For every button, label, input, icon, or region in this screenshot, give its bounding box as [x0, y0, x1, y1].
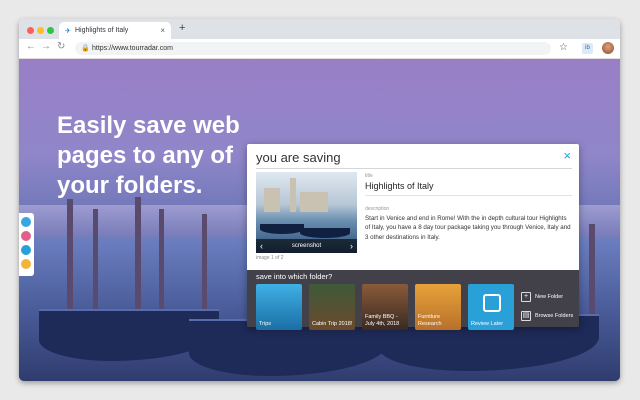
mooring-pole	[67, 199, 73, 319]
folder-label: Trips	[259, 320, 272, 327]
folder-furniture-research[interactable]: Furniture Research	[415, 284, 461, 330]
extension-side-dock	[19, 213, 34, 276]
close-panel-icon[interactable]: ×	[563, 148, 571, 163]
back-icon[interactable]: ←	[26, 41, 36, 52]
profile-avatar[interactable]	[602, 42, 614, 54]
mooring-pole	[93, 209, 98, 319]
review-later-icon	[483, 294, 501, 312]
thumb-gondola	[300, 228, 350, 238]
thumbnail-controls: ‹ screenshot ›	[256, 239, 357, 253]
url-text: https://www.tourradar.com	[92, 45, 173, 52]
tab-bar: ✈ Highlights of Italy × +	[19, 19, 620, 39]
address-bar[interactable]: 🔒 https://www.tourradar.com	[75, 42, 551, 55]
folder-label: Review Later	[471, 320, 504, 327]
extension-icon[interactable]: ib	[582, 43, 593, 54]
new-folder-button[interactable]: + New Folder	[521, 292, 563, 302]
dock-apps-icon[interactable]	[21, 217, 31, 227]
description-field[interactable]: Start in Venice and end in Rome! With th…	[365, 214, 572, 242]
field-divider	[365, 195, 572, 196]
description-label: description	[365, 206, 390, 212]
folders-icon: ▤	[521, 311, 531, 321]
folder-label: Cabin Trip 2018!	[312, 320, 353, 327]
thumb-building	[300, 192, 328, 212]
save-panel: you are saving × ‹ screenshot › image 1 …	[247, 144, 579, 330]
dock-share-icon[interactable]	[21, 231, 31, 241]
browse-folders-label: Browse Folders	[535, 313, 574, 319]
minimize-window-button[interactable]	[37, 27, 44, 34]
folder-family-bbq[interactable]: Family BBQ - July 4th, 2018	[362, 284, 408, 330]
title-label: title	[365, 173, 373, 179]
bookmark-star-icon[interactable]: ☆	[559, 42, 568, 53]
thumbnail-label: screenshot	[291, 243, 322, 249]
forward-icon[interactable]: →	[41, 41, 51, 52]
folder-label: Family BBQ - July 4th, 2018	[365, 314, 400, 327]
maximize-window-button[interactable]	[47, 27, 54, 34]
folder-label: Furniture Research	[418, 314, 442, 327]
image-counter: image 1 of 2	[256, 255, 284, 261]
folder-review-later[interactable]: Review Later	[468, 284, 514, 330]
folder-cabin-trip[interactable]: Cabin Trip 2018!	[309, 284, 355, 330]
new-tab-button[interactable]: +	[179, 22, 185, 34]
thumb-gondola	[260, 224, 304, 234]
mooring-pole	[135, 197, 141, 327]
browse-folders-button[interactable]: ▤ Browse Folders	[521, 311, 573, 321]
next-image-icon[interactable]: ›	[350, 241, 353, 251]
mooring-pole	[202, 214, 207, 324]
reload-icon[interactable]: ↻	[57, 41, 65, 52]
close-window-button[interactable]	[27, 27, 34, 34]
lock-icon: 🔒	[81, 45, 90, 52]
hero-headline: Easily save web pages to any of your fol…	[57, 112, 240, 199]
browser-tab[interactable]: ✈ Highlights of Italy ×	[59, 22, 171, 39]
page-content: Easily save web pages to any of your fol…	[19, 59, 620, 381]
panel-divider	[256, 168, 572, 169]
folder-trips[interactable]: Trips	[256, 284, 302, 330]
save-prompt: save into which folder?	[256, 272, 333, 281]
dock-add-icon[interactable]	[21, 245, 31, 255]
folder-picker: save into which folder? Trips Cabin Trip…	[247, 270, 579, 330]
dock-palette-icon[interactable]	[21, 259, 31, 269]
tab-close-icon[interactable]: ×	[160, 26, 165, 35]
thumb-campanile	[290, 178, 296, 212]
title-field[interactable]: Highlights of Italy	[365, 181, 434, 191]
browser-window: ✈ Highlights of Italy × + ← → ↻ 🔒 https:…	[19, 19, 620, 381]
new-folder-label: New Folder	[535, 294, 564, 300]
panel-heading: you are saving	[256, 150, 341, 165]
tourradar-favicon-icon: ✈	[65, 28, 71, 35]
plus-icon: +	[521, 292, 531, 302]
thumb-building	[264, 188, 280, 212]
tab-title: Highlights of Italy	[75, 27, 129, 34]
address-toolbar: ← → ↻ 🔒 https://www.tourradar.com ☆ ib	[19, 39, 620, 59]
